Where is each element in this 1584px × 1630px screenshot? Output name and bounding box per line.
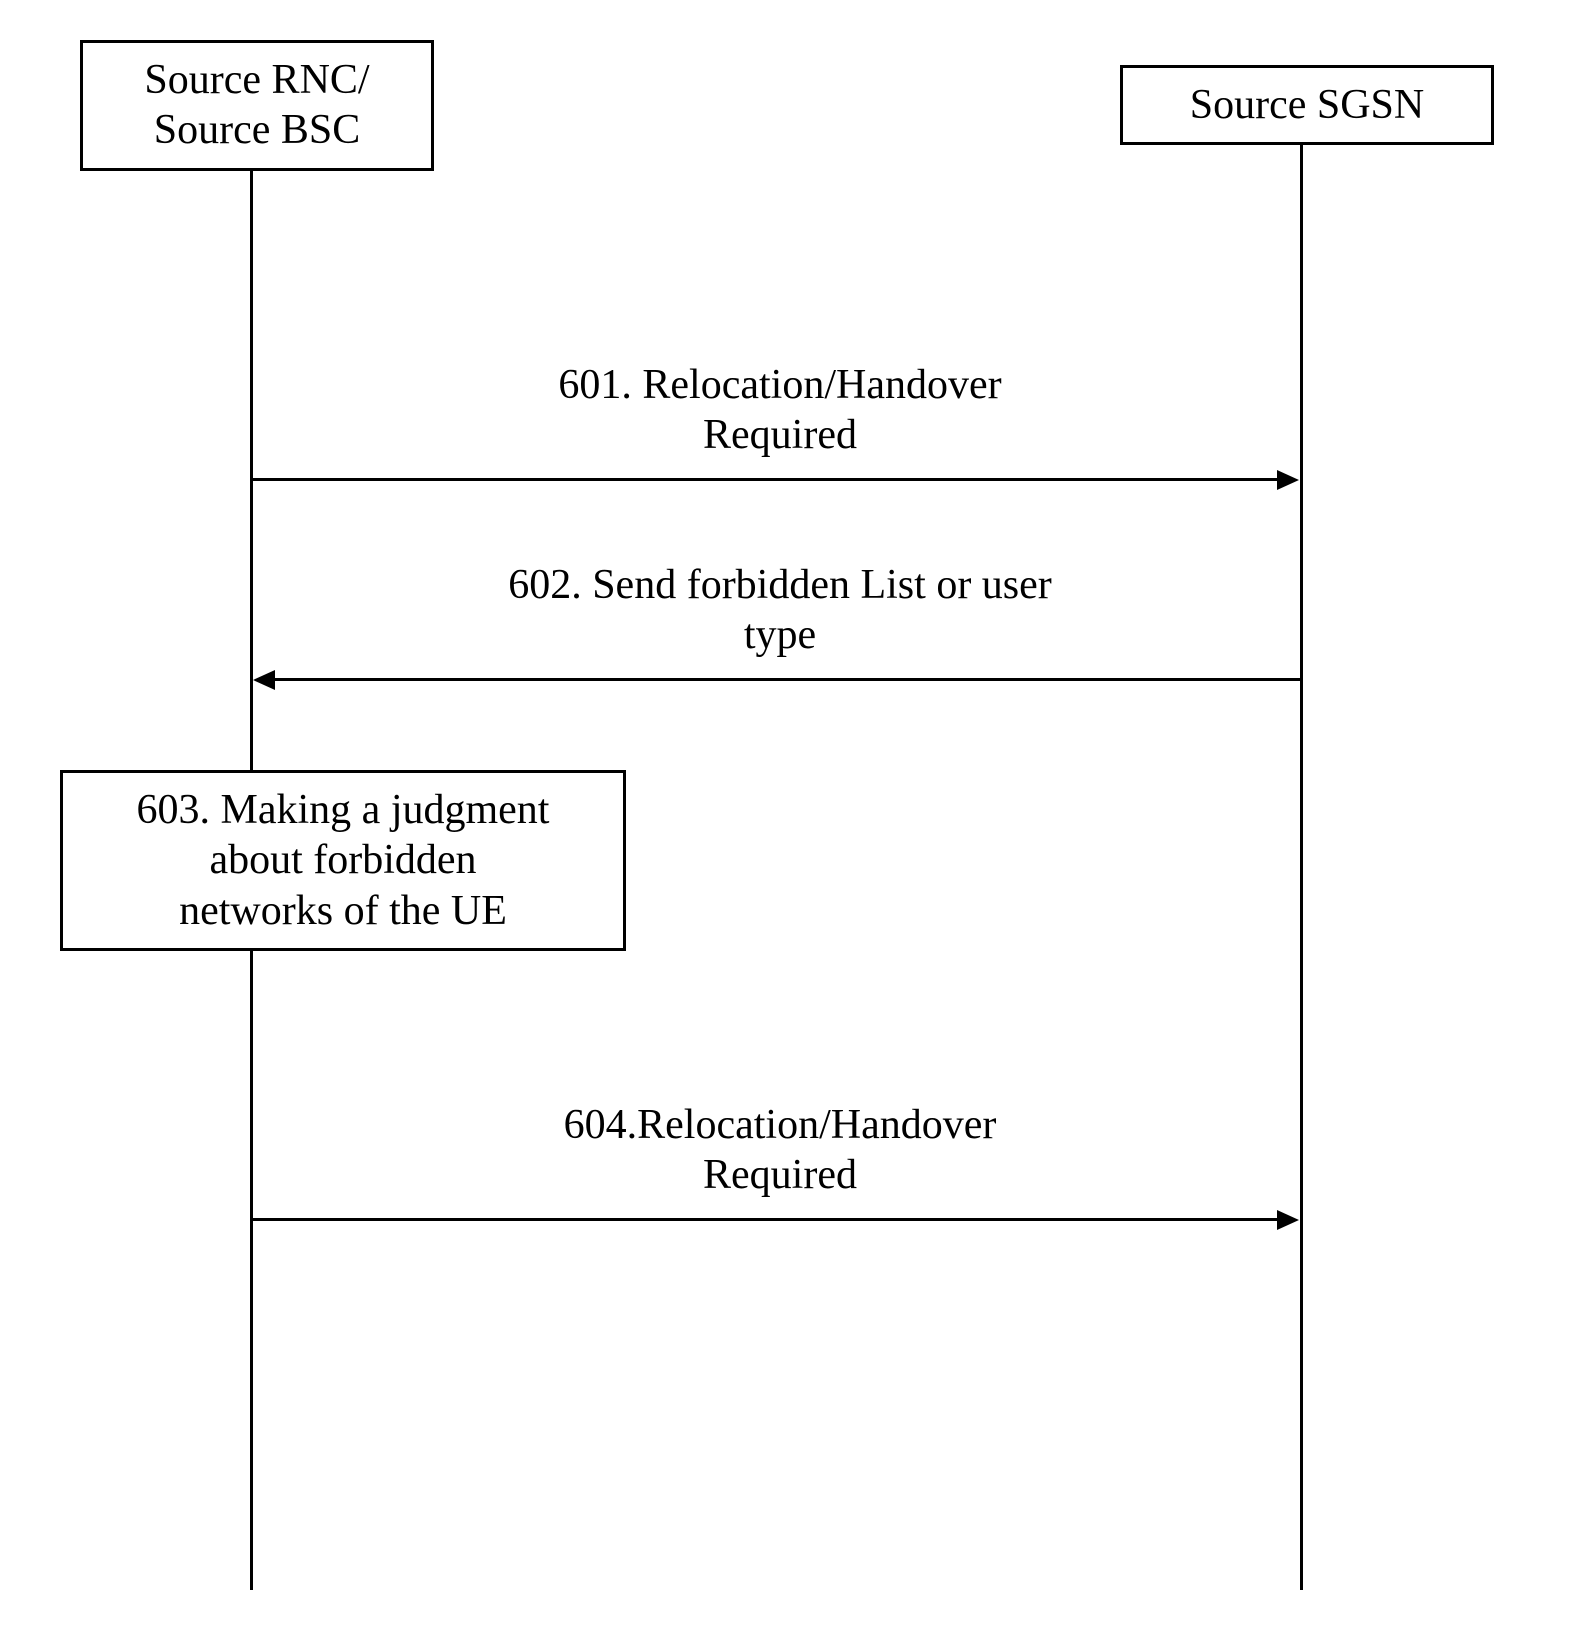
message-602-arrowhead — [253, 670, 275, 690]
message-602-label: 602. Send forbidden List or user type — [280, 560, 1280, 661]
message-602-arrow — [275, 678, 1300, 681]
sequence-diagram: Source RNC/ Source BSC Source SGSN 601. … — [40, 40, 1540, 1590]
message-601-arrow — [253, 478, 1278, 481]
lifeline-source-sgsn — [1300, 143, 1303, 1590]
action-603-line2: about forbidden — [83, 835, 603, 885]
message-601-label: 601. Relocation/Handover Required — [350, 360, 1210, 461]
message-601-arrowhead — [1277, 470, 1299, 490]
participant-label-line2: Source BSC — [107, 105, 407, 155]
participant-label: Source SGSN — [1190, 82, 1425, 128]
message-604-arrowhead — [1277, 1210, 1299, 1230]
message-602-line2: type — [280, 610, 1280, 660]
action-603-line3: networks of the UE — [83, 886, 603, 936]
message-604-label: 604.Relocation/Handover Required — [370, 1100, 1190, 1201]
participant-source-rnc-bsc: Source RNC/ Source BSC — [80, 40, 434, 171]
message-604-line1: 604.Relocation/Handover — [370, 1100, 1190, 1150]
message-604-arrow — [253, 1218, 1278, 1221]
message-602-line1: 602. Send forbidden List or user — [280, 560, 1280, 610]
message-604-line2: Required — [370, 1150, 1190, 1200]
participant-label-line1: Source RNC/ — [107, 55, 407, 105]
message-601-line1: 601. Relocation/Handover — [350, 360, 1210, 410]
participant-source-sgsn: Source SGSN — [1120, 65, 1494, 145]
action-603-line1: 603. Making a judgment — [83, 785, 603, 835]
message-601-line2: Required — [350, 410, 1210, 460]
action-603-box: 603. Making a judgment about forbidden n… — [60, 770, 626, 951]
